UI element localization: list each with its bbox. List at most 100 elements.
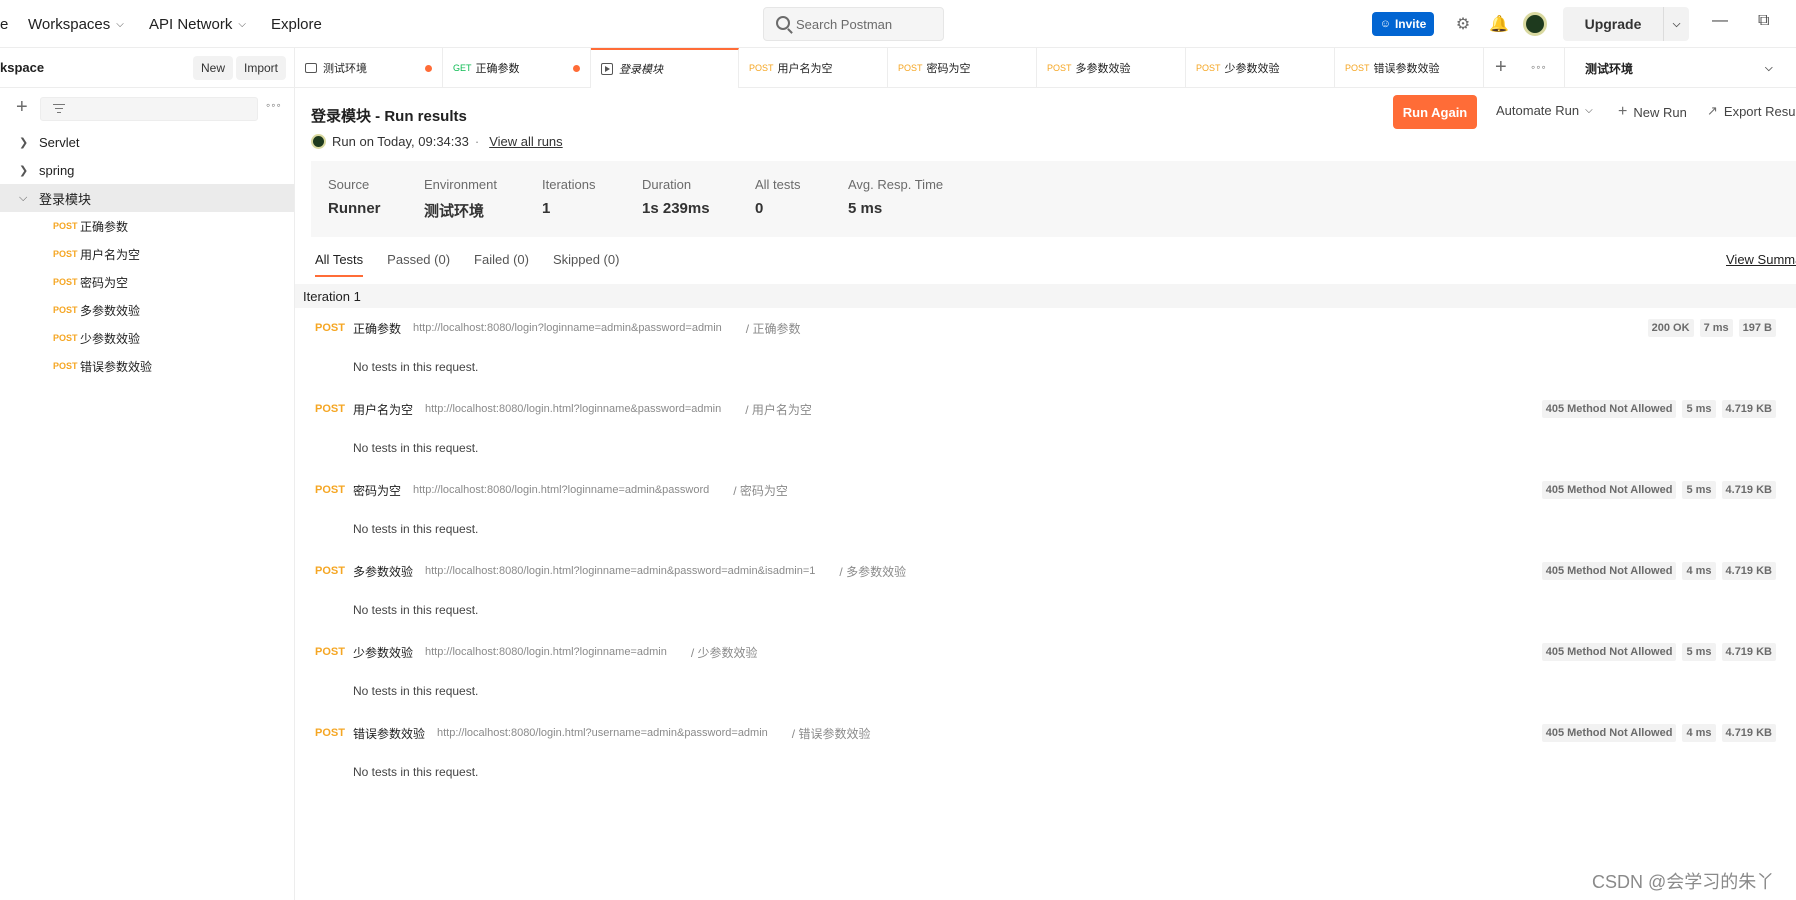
export-label: Export Resu [1723,103,1796,119]
new-run-button[interactable]: + New Run [1618,103,1687,121]
minimize-icon[interactable]: — [1712,12,1728,30]
invite-label: Invite [1394,17,1427,31]
folder-label: 登录模块 [39,191,92,207]
upgrade-button[interactable]: Upgrade ⌵ [1563,7,1689,41]
runner-avatar-icon [311,134,326,149]
request-name: 正确参数 [80,219,129,234]
no-tests-message: No tests in this request. [353,441,479,455]
size-badge: 4.719 KB [1721,643,1776,661]
nav-home[interactable]: e [0,0,8,48]
automate-run-button[interactable]: Automate Run ⌵ [1496,103,1593,118]
run-again-button[interactable]: Run Again [1393,95,1477,129]
view-all-runs-link[interactable]: View all runs [489,134,562,149]
folder-servlet[interactable]: ❯ Servlet [0,128,294,156]
restore-icon[interactable]: ⧉ [1758,12,1769,30]
environment-select[interactable]: 测试环境 ⌵ [1564,48,1796,88]
request-name: 多参数效验 [352,564,413,579]
sidebar-request[interactable]: POST 用户名为空 [0,240,294,268]
tab-environment[interactable]: 测试环境 [295,48,443,88]
bell-icon[interactable]: 🔔 [1489,14,1509,34]
chevron-down-icon: ⌵ [19,191,28,204]
tab-request[interactable]: GET 正确参数 [443,48,591,88]
tab-request[interactable]: POST 错误参数效验 [1335,48,1484,88]
result-row[interactable]: POST 错误参数效验 http://localhost:8080/login.… [315,718,1776,748]
sidebar-request[interactable]: POST 密码为空 [0,268,294,296]
export-results-button[interactable]: ↗ Export Resu [1707,103,1795,119]
import-button[interactable]: Import [236,56,287,80]
new-tab-plus-icon[interactable]: + [1495,56,1507,79]
tab-request[interactable]: POST 少参数效验 [1186,48,1335,88]
result-meta: 405 Method Not Allowed 5 ms 4.719 KB [1536,481,1776,499]
method-badge: POST [53,277,78,287]
request-url: http://localhost:8080/login?loginname=ad… [412,322,722,334]
avatar[interactable] [1523,12,1547,36]
tab-label: 用户名为空 [777,63,833,75]
tab-request[interactable]: POST 用户名为空 [739,48,888,88]
result-row[interactable]: POST 密码为空 http://localhost:8080/login.ht… [315,475,1776,505]
result-row[interactable]: POST 少参数效验 http://localhost:8080/login.h… [315,637,1776,667]
result-row[interactable]: POST 用户名为空 http://localhost:8080/login.h… [315,394,1776,424]
tab-request[interactable]: POST 密码为空 [888,48,1037,88]
more-icon[interactable]: ◦◦◦ [1531,60,1547,74]
search-input[interactable]: Search Postman [763,7,944,41]
result-meta: 405 Method Not Allowed 5 ms 4.719 KB [1536,643,1776,661]
chevron-down-icon: ⌵ [1765,62,1773,74]
more-icon[interactable]: ◦◦◦ [266,98,282,112]
folder-login-module[interactable]: ⌵ 登录模块 [0,184,294,212]
upgrade-label: Upgrade [1584,16,1642,32]
stat-source: Source Runner [328,177,381,217]
nav-api-network[interactable]: API Network ⌵ [149,0,246,48]
folder-spring[interactable]: ❯ spring [0,156,294,184]
unsaved-dot [425,65,432,72]
request-name: 多参数效验 [80,303,141,318]
tab-failed[interactable]: Failed (0) [474,252,529,277]
tab-passed[interactable]: Passed (0) [387,252,450,277]
request-name: 少参数效验 [352,645,413,660]
sidebar-request[interactable]: POST 错误参数效验 [0,352,294,380]
status-badge: 405 Method Not Allowed [1541,724,1677,742]
plus-icon[interactable]: + [16,96,28,119]
view-summary-link[interactable]: View Summa [1726,252,1796,267]
result-meta: 405 Method Not Allowed 4 ms 4.719 KB [1536,562,1776,580]
stat-label: Avg. Resp. Time [848,177,944,192]
new-button[interactable]: New [193,56,234,80]
nav-workspaces-label: Workspaces [28,15,111,33]
tab-skipped[interactable]: Skipped (0) [553,252,619,277]
status-badge: 405 Method Not Allowed [1541,643,1677,661]
tab-label: 错误参数效验 [1373,63,1440,75]
sidebar: kspace New Import + ◦◦◦ ❯ Servlet ❯ spri… [0,48,295,900]
nav-explore[interactable]: Explore [271,0,322,48]
result-row[interactable]: POST 正确参数 http://localhost:8080/login?lo… [315,313,1776,343]
status-badge: 405 Method Not Allowed [1541,400,1677,418]
sidebar-request[interactable]: POST 正确参数 [0,212,294,240]
nav-api-network-label: API Network [149,15,233,33]
result-meta: 200 OK 7 ms 197 B [1642,319,1776,337]
result-row[interactable]: POST 多参数效验 http://localhost:8080/login.h… [315,556,1776,586]
sidebar-request[interactable]: POST 少参数效验 [0,324,294,352]
size-badge: 4.719 KB [1721,481,1776,499]
settings-icon[interactable]: ⚙ [1453,14,1473,34]
sidebar-header: kspace New Import [0,48,294,88]
invite-button[interactable]: ☺ Invite [1372,12,1434,36]
size-badge: 197 B [1738,319,1776,337]
result-meta: 405 Method Not Allowed 4 ms 4.719 KB [1536,724,1776,742]
nav-home-label: e [0,15,9,33]
request-name: 密码为空 [352,483,401,498]
tab-runner[interactable]: 登录模块 [591,48,739,88]
method-badge: POST [53,305,78,315]
sidebar-request[interactable]: POST 多参数效验 [0,296,294,324]
status-badge: 405 Method Not Allowed [1541,562,1677,580]
no-tests-message: No tests in this request. [353,603,479,617]
chevron-down-icon[interactable]: ⌵ [1663,7,1689,41]
no-tests-message: No tests in this request. [353,684,479,698]
nav-workspaces[interactable]: Workspaces ⌵ [28,0,124,48]
tab-request[interactable]: POST 多参数效验 [1037,48,1186,88]
request-name: 正确参数 [352,321,401,336]
filter-input[interactable] [40,97,258,121]
request-url: http://localhost:8080/login.html?loginna… [412,484,710,496]
stat-value: 1 [542,200,551,217]
tab-all-tests[interactable]: All Tests [315,252,364,277]
stat-environment: Environment 测试环境 [424,177,497,221]
request-path: / 正确参数 [745,321,801,336]
tab-label: 多参数效验 [1075,63,1131,75]
